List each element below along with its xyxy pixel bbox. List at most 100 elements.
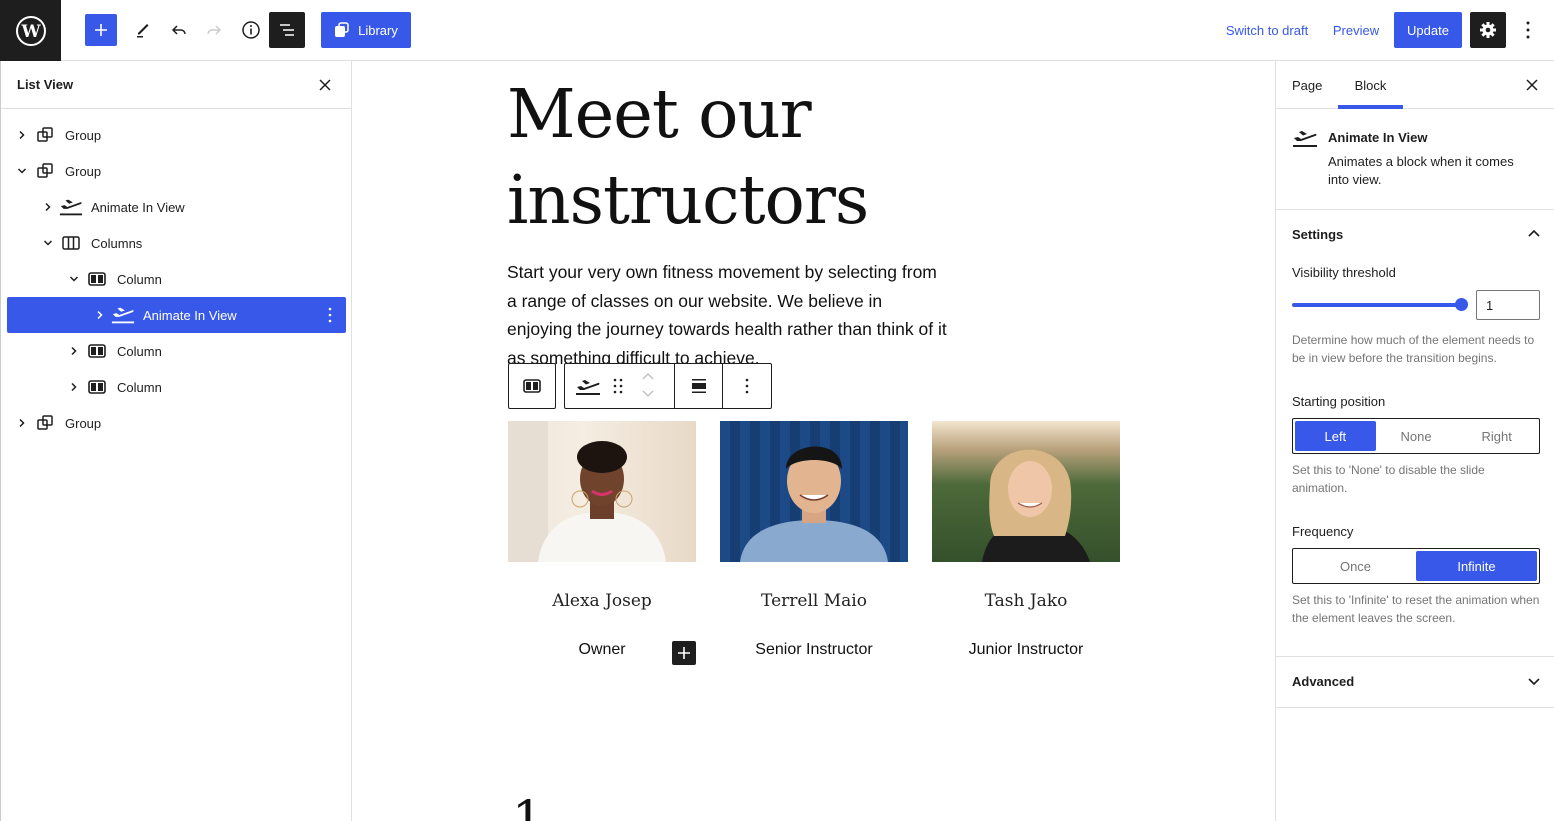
list-view-item[interactable]: Animate In View — [7, 189, 346, 225]
close-sidebar-button[interactable] — [1524, 77, 1540, 93]
list-view-item-label: Group — [65, 127, 102, 143]
move-up-button[interactable] — [641, 370, 655, 385]
next-section-heading[interactable]: 1 — [512, 799, 544, 821]
instructor-name[interactable]: Terrell Maio — [720, 591, 908, 611]
inline-add-block-button[interactable] — [672, 641, 696, 665]
details-button[interactable] — [237, 13, 265, 47]
list-view-panel: List View Group Group Animate In View Colum… — [0, 61, 352, 821]
list-view-toggle-button[interactable] — [269, 12, 305, 48]
library-icon — [335, 22, 349, 37]
block-type-button[interactable] — [575, 374, 601, 401]
list-view-item-label: Columns — [91, 235, 143, 251]
chevron-right-icon[interactable] — [15, 416, 29, 430]
chevron-right-icon[interactable] — [67, 380, 81, 394]
chevron-right-icon[interactable] — [93, 308, 107, 322]
wordpress-logo-button[interactable]: W — [0, 0, 61, 61]
frequency-infinite[interactable]: Infinite — [1416, 551, 1537, 581]
column-icon — [85, 267, 109, 291]
close-icon — [1526, 79, 1538, 91]
starting-position-right[interactable]: Right — [1456, 421, 1537, 451]
instructor-role[interactable]: Junior Instructor — [932, 641, 1120, 659]
settings-panel-title: Settings — [1292, 227, 1344, 242]
drag-handle[interactable] — [613, 378, 623, 397]
starting-position-left[interactable]: Left — [1295, 421, 1376, 451]
instructor-photo[interactable] — [508, 421, 696, 562]
list-view-item[interactable]: Column — [7, 261, 346, 297]
tools-button[interactable] — [128, 13, 156, 47]
block-options-button[interactable] — [723, 364, 771, 408]
instructor-role[interactable]: Senior Instructor — [720, 641, 908, 659]
more-vertical-icon — [745, 378, 749, 394]
switch-to-draft-button[interactable]: Switch to draft — [1217, 13, 1317, 47]
sidebar-tabs: Page Block — [1276, 61, 1554, 109]
slider-fill — [1292, 303, 1462, 307]
slider-thumb[interactable] — [1455, 298, 1468, 311]
instructor-name[interactable]: Alexa Josep — [508, 591, 696, 611]
instructor-photo[interactable] — [932, 421, 1120, 562]
instructor-name[interactable]: Tash Jako — [932, 591, 1120, 611]
more-vertical-icon — [1526, 21, 1530, 39]
advanced-panel-toggle[interactable]: Advanced — [1276, 657, 1554, 707]
chevron-down-icon[interactable] — [15, 164, 29, 178]
more-vertical-icon[interactable] — [328, 307, 332, 326]
starting-position-help: Set this to 'None' to disable the slide … — [1292, 463, 1485, 495]
list-view-item-label: Column — [117, 271, 162, 287]
list-view-item[interactable]: Group — [7, 405, 346, 441]
chevron-down-icon[interactable] — [67, 272, 81, 286]
list-view-item-label: Animate In View — [143, 307, 237, 323]
editor-top-bar: W Library Switch to draft Preview Update — [0, 0, 1554, 61]
tab-block[interactable]: Block — [1338, 61, 1403, 109]
visibility-threshold-input[interactable] — [1476, 290, 1540, 320]
chevron-right-icon[interactable] — [15, 128, 29, 142]
preview-button[interactable]: Preview — [1326, 13, 1386, 47]
info-icon — [242, 21, 260, 39]
undo-icon — [171, 25, 186, 35]
list-view-item[interactable]: Group — [7, 153, 346, 189]
settings-panel-toggle[interactable]: Settings — [1276, 210, 1554, 260]
redo-button[interactable] — [200, 13, 228, 47]
chevron-right-icon[interactable] — [41, 200, 55, 214]
page-heading[interactable]: Meet our instructors — [507, 71, 869, 243]
list-view-item-label: Group — [65, 163, 102, 179]
instructor-photo[interactable] — [720, 421, 908, 562]
list-view-item-label: Animate In View — [91, 199, 185, 215]
settings-sidebar: Page Block Animate In View Animates a bl… — [1275, 61, 1554, 821]
gear-icon — [1480, 22, 1496, 38]
drag-handle-icon — [613, 378, 623, 394]
chevron-right-icon[interactable] — [67, 344, 81, 358]
close-icon — [319, 79, 331, 91]
list-view-item[interactable]: Animate In View — [7, 297, 346, 333]
select-parent-button[interactable] — [508, 363, 556, 409]
library-button[interactable]: Library — [321, 12, 411, 48]
visibility-threshold-slider[interactable] — [1292, 298, 1468, 311]
column-icon — [523, 379, 541, 393]
update-button[interactable]: Update — [1394, 12, 1462, 48]
starting-position-none[interactable]: None — [1376, 421, 1457, 451]
list-view-item-label: Column — [117, 379, 162, 395]
list-view-item[interactable]: Columns — [7, 225, 346, 261]
add-block-button[interactable] — [85, 14, 117, 46]
columns-icon — [59, 231, 83, 255]
block-toolbar — [564, 363, 772, 409]
intro-paragraph[interactable]: Start your very own fitness movement by … — [507, 258, 947, 372]
list-view-item-label: Column — [117, 343, 162, 359]
starting-position-toggle: Left None Right — [1292, 418, 1540, 454]
instructor-role[interactable]: Owner — [508, 641, 696, 659]
list-view-item[interactable]: Column — [7, 369, 346, 405]
align-full-icon — [691, 379, 706, 393]
tab-page[interactable]: Page — [1292, 61, 1322, 109]
list-view-item[interactable]: Group — [7, 117, 346, 153]
redo-icon — [207, 25, 222, 35]
list-view-item[interactable]: Column — [7, 333, 346, 369]
options-menu-button[interactable] — [1516, 13, 1540, 47]
close-list-view-button[interactable] — [315, 75, 335, 95]
frequency-once[interactable]: Once — [1295, 551, 1416, 581]
chevron-down-icon[interactable] — [41, 236, 55, 250]
svg-text:W: W — [20, 22, 41, 42]
frequency-toggle: Once Infinite — [1292, 548, 1540, 584]
settings-toggle-button[interactable] — [1470, 12, 1506, 48]
divider — [1276, 707, 1554, 708]
move-down-button[interactable] — [641, 388, 655, 403]
undo-button[interactable] — [165, 13, 193, 47]
align-button[interactable] — [675, 364, 723, 408]
